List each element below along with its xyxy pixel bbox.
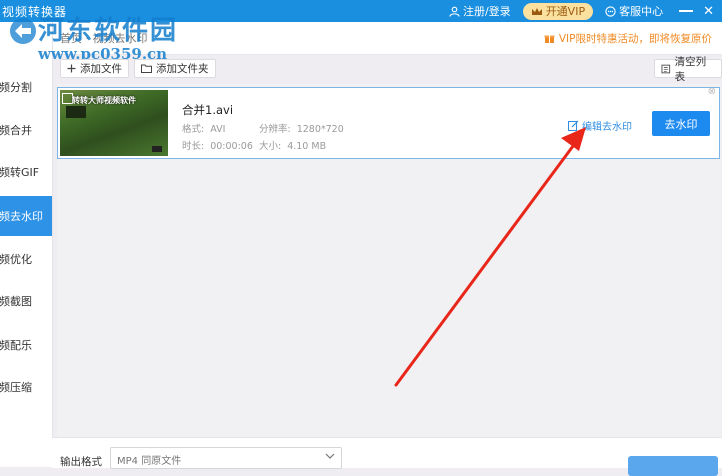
watermark-logo-icon <box>10 18 36 44</box>
resolution-value: 1280*720 <box>296 124 344 135</box>
sidebar-item-split[interactable]: 视频分割 <box>0 67 52 107</box>
file-name: 合并1.avi <box>182 103 234 117</box>
sidebar-item-label: 视频合并 <box>0 124 32 137</box>
format-value: AVI <box>210 124 226 135</box>
chat-icon <box>605 5 616 17</box>
crown-icon <box>531 7 542 15</box>
size-label: 大小: <box>259 141 282 152</box>
watermark-title: 河东软件园 <box>38 16 179 46</box>
edit-watermark-link[interactable]: 编辑去水印 <box>568 118 632 133</box>
start-button[interactable] <box>628 456 718 476</box>
close-window-button[interactable]: ✕ <box>703 5 714 18</box>
thumbnail-text: 转转大师视频软件 <box>72 96 136 105</box>
edit-icon <box>568 120 579 131</box>
sidebar-item-to-gif[interactable]: 视频转GIF <box>0 152 52 192</box>
login-button[interactable]: 注册/登录 <box>449 3 511 19</box>
sidebar-item-label: 视频优化 <box>0 253 32 266</box>
output-bar: 输出格式 MP4 同原文件 <box>52 437 722 476</box>
add-folder-label: 添加文件夹 <box>156 63 209 75</box>
remove-watermark-button[interactable]: 去水印 <box>652 111 710 136</box>
remove-item-icon[interactable]: ⊗ <box>708 86 716 97</box>
sidebar-item-label: 视频截图 <box>0 295 32 308</box>
duration-value: 00:00:06 <box>210 141 253 152</box>
resolution-meta: 分辨率: 1280*720 <box>259 121 344 135</box>
resolution-label: 分辨率: <box>259 124 291 135</box>
vip-label: 开通VIP <box>545 5 586 18</box>
login-label: 注册/登录 <box>462 5 511 18</box>
duration-label: 时长: <box>182 141 205 152</box>
sidebar-item-music[interactable]: 视频配乐 <box>0 325 52 365</box>
file-list: 转转大师视频软件 合并1.avi 格式: AVI 分辨率: 1280*720 时长:… <box>57 84 721 437</box>
output-format-value: MP4 同原文件 <box>117 456 182 467</box>
sidebar-item-label: 视频转GIF <box>0 166 40 179</box>
promo-text: VIP限时特惠活动，即将恢复原价 <box>558 33 712 45</box>
format-label: 格式: <box>182 124 205 135</box>
sidebar-item-optimize[interactable]: 视频优化 <box>0 239 52 279</box>
edit-watermark-label: 编辑去水印 <box>582 122 632 133</box>
size-meta: 大小: 4.10 MB <box>259 138 326 152</box>
sidebar-item-compress[interactable]: 视频压缩 <box>0 367 52 407</box>
add-file-label: 添加文件 <box>80 63 122 75</box>
sidebar-item-screenshot[interactable]: 视频截图 <box>0 281 52 321</box>
clear-list-button[interactable]: 清空列表 <box>654 56 722 83</box>
output-format-select[interactable]: MP4 同原文件 <box>110 447 342 469</box>
folder-icon <box>141 64 152 73</box>
format-meta: 格式: AVI <box>182 121 225 135</box>
plus-icon <box>67 64 76 73</box>
promo-banner[interactable]: VIP限时特惠活动，即将恢复原价 <box>544 31 712 46</box>
file-toolbar: 添加文件 添加文件夹 清空列表 <box>52 54 722 84</box>
file-item[interactable]: 转转大师视频软件 合并1.avi 格式: AVI 分辨率: 1280*720 时长:… <box>57 86 720 159</box>
clear-icon <box>661 64 671 73</box>
open-vip-button[interactable]: 开通VIP <box>522 2 594 20</box>
customer-service-button[interactable]: 客服中心 <box>605 3 663 19</box>
gift-icon <box>544 35 555 43</box>
sidebar-item-label: 视频分割 <box>0 81 32 94</box>
minimize-button[interactable] <box>679 10 694 12</box>
add-folder-button[interactable]: 添加文件夹 <box>134 59 216 78</box>
duration-meta: 时长: 00:00:06 <box>182 138 253 152</box>
size-value: 4.10 MB <box>287 141 327 152</box>
add-file-button[interactable]: 添加文件 <box>60 59 129 78</box>
video-thumbnail: 转转大师视频软件 <box>60 90 168 156</box>
clear-list-label: 清空列表 <box>674 55 707 83</box>
service-label: 客服中心 <box>619 5 664 18</box>
sidebar-item-label: 视频配乐 <box>0 339 32 352</box>
chevron-down-icon <box>325 453 335 459</box>
sidebar-item-merge[interactable]: 视频合并 <box>0 110 52 150</box>
sidebar-item-label: 视频去水印 <box>0 210 43 223</box>
sidebar: 视频分割 视频合并 视频转GIF 视频去水印 视频优化 视频截图 视频配乐 视频… <box>0 22 53 467</box>
sidebar-item-remove-watermark[interactable]: 视频去水印 <box>0 196 52 236</box>
sidebar-item-label: 视频压缩 <box>0 381 32 394</box>
user-icon <box>449 6 460 17</box>
